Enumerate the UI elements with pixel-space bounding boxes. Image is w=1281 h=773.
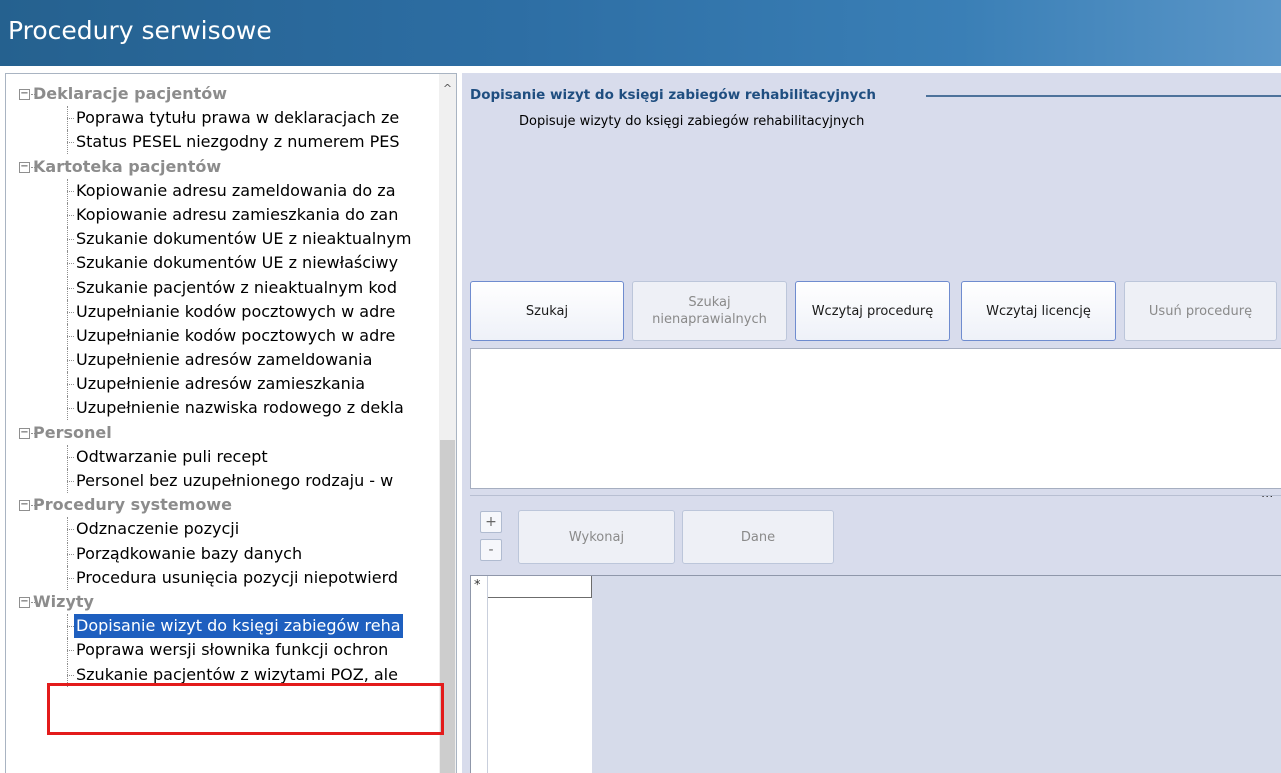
tree-category[interactable]: − Personel <box>6 421 442 445</box>
tree-item[interactable]: Status PESEL niezgodny z numerem PES <box>6 130 442 155</box>
tree-item[interactable]: Szukanie pacjentów z wizytami POZ, ale <box>6 662 442 687</box>
tree-item[interactable]: Personel bez uzupełnionego rodzaju - w <box>6 469 442 493</box>
tree-item[interactable]: Uzupełnienie nazwiska rodowego z dekla <box>6 396 442 421</box>
results-output[interactable] <box>470 348 1281 489</box>
execute-button[interactable]: Wykonaj <box>518 510 675 564</box>
tree-item-label: Szukanie dokumentów UE z niewłaściwy <box>76 253 399 273</box>
procedure-title: Dopisanie wizyt do księgi zabiegów rehab… <box>470 87 876 103</box>
tree-item[interactable]: Porządkowanie bazy danych <box>6 541 442 566</box>
grid-column[interactable] <box>488 576 592 773</box>
collapse-icon[interactable]: − <box>19 161 30 173</box>
tree-item-label: Uzupełnienie adresów zamieszkania <box>76 374 366 394</box>
load-license-button[interactable]: Wczytaj licencję <box>961 281 1116 341</box>
splitter-handle[interactable]: ... <box>1261 486 1273 501</box>
grid-column-header[interactable] <box>488 576 592 598</box>
tree-item[interactable]: Poprawa tytułu prawa w deklaracjach ze <box>6 106 442 131</box>
tree-item-label: Dopisanie wizyt do księgi zabiegów reha <box>74 614 403 639</box>
tree-item-label: Kopiowanie adresu zameldowania do za <box>76 180 396 200</box>
tree-item-label: Uzupełnienie nazwiska rodowego z dekla <box>76 398 404 418</box>
scroll-thumb[interactable] <box>440 440 455 773</box>
load-procedure-button[interactable]: Wczytaj procedurę <box>795 281 950 341</box>
tree-item-label: Uzupełnianie kodów pocztowych w adre <box>76 325 396 345</box>
tree-item[interactable]: Szukanie dokumentów UE z niewłaściwy <box>6 251 442 276</box>
tree-item[interactable]: Uzupełnianie kodów pocztowych w adre <box>6 299 442 324</box>
procedure-tree[interactable]: − Deklaracje pacjentów Poprawa tytułu praw… <box>6 82 442 687</box>
tree-item-selected[interactable]: Dopisanie wizyt do księgi zabiegów reha <box>6 614 442 639</box>
tree-item[interactable]: Uzupełnienie adresów zamieszkania <box>6 372 442 397</box>
tree-item[interactable]: Uzupełnianie kodów pocztowych w adre <box>6 323 442 348</box>
tree-item-label: Szukanie dokumentów UE z nieaktualnym <box>76 229 412 249</box>
splitter[interactable] <box>470 495 1281 496</box>
tree-category-label: Personel <box>33 422 112 442</box>
tree-category[interactable]: − Wizyty <box>6 590 442 614</box>
search-button[interactable]: Szukaj <box>470 281 624 341</box>
tree-item-label: Szukanie pacjentów z wizytami POZ, ale <box>76 664 398 684</box>
tree-item-label: Poprawa wersji słownika funkcji ochron <box>76 640 389 660</box>
tree-item-label: Procedura usunięcia pozycji niepotwierd <box>76 567 399 587</box>
tree-item-label: Kopiowanie adresu zamieszkania do zan <box>76 204 399 224</box>
tree-item[interactable]: Odznaczenie pozycji <box>6 517 442 542</box>
tree-item[interactable]: Kopiowanie adresu zamieszkania do zan <box>6 202 442 227</box>
tree-category[interactable]: − Kartoteka pacjentów <box>6 155 442 179</box>
search-unfixable-button[interactable]: Szukaj nienaprawialnych <box>632 281 787 341</box>
tree-category-label: Procedury systemowe <box>33 495 232 515</box>
title-bar: Procedury serwisowe <box>0 0 1281 66</box>
remove-procedure-button[interactable]: Usuń procedurę <box>1124 281 1277 341</box>
tree-item[interactable]: Kopiowanie adresu zameldowania do za <box>6 178 442 203</box>
new-row-marker: * <box>474 578 481 593</box>
tree-item[interactable]: Uzupełnienie adresów zameldowania <box>6 348 442 373</box>
tree-item-label: Odtwarzanie puli recept <box>76 446 268 466</box>
tree-item-label: Poprawa tytułu prawa w deklaracjach ze <box>76 108 400 128</box>
tree-category-label: Kartoteka pacjentów <box>33 156 222 176</box>
tree-item[interactable]: Szukanie dokumentów UE z nieaktualnym <box>6 227 442 252</box>
tree-item[interactable]: Szukanie pacjentów z nieaktualnym kod <box>6 275 442 300</box>
collapse-icon[interactable]: − <box>19 596 30 608</box>
details-panel: Dopisanie wizyt do księgi zabiegów rehab… <box>462 73 1281 773</box>
window-title: Procedury serwisowe <box>8 16 272 45</box>
tree-item[interactable]: Odtwarzanie puli recept <box>6 444 442 469</box>
tree-item-label: Status PESEL niezgodny z numerem PES <box>76 132 400 152</box>
scroll-up-icon[interactable]: ^ <box>439 82 456 98</box>
tree-scrollbar[interactable]: ^ <box>439 74 456 773</box>
tree-category[interactable]: − Procedury systemowe <box>6 493 442 517</box>
procedure-tree-panel[interactable]: − Deklaracje pacjentów Poprawa tytułu praw… <box>5 73 457 773</box>
tree-item-label: Uzupełnianie kodów pocztowych w adre <box>76 301 396 321</box>
tree-item[interactable]: Procedura usunięcia pozycji niepotwierd <box>6 565 442 590</box>
data-button[interactable]: Dane <box>682 510 834 564</box>
parameters-grid[interactable]: * <box>470 575 1281 773</box>
tree-item-label: Uzupełnienie adresów zameldowania <box>76 350 373 370</box>
collapse-icon[interactable]: − <box>19 500 30 512</box>
tree-category[interactable]: − Deklaracje pacjentów <box>6 82 442 106</box>
tree-item-label: Szukanie pacjentów z nieaktualnym kod <box>76 277 397 297</box>
add-row-button[interactable]: + <box>480 511 502 533</box>
tree-item-label: Personel bez uzupełnionego rodzaju - w <box>76 471 394 490</box>
tree-category-label: Wizyty <box>33 591 94 611</box>
tree-item[interactable]: Poprawa wersji słownika funkcji ochron <box>6 638 442 663</box>
remove-row-button[interactable]: - <box>480 539 502 561</box>
row-header-column <box>471 576 488 773</box>
tree-category-label: Deklaracje pacjentów <box>33 84 228 103</box>
tree-item-label: Porządkowanie bazy danych <box>76 543 303 563</box>
collapse-icon[interactable]: − <box>19 89 30 100</box>
tree-item-label: Odznaczenie pozycji <box>76 519 240 539</box>
collapse-icon[interactable]: − <box>19 427 30 439</box>
procedure-description: Dopisuje wizyty do księgi zabiegów rehab… <box>519 114 865 129</box>
title-divider <box>926 95 1281 97</box>
